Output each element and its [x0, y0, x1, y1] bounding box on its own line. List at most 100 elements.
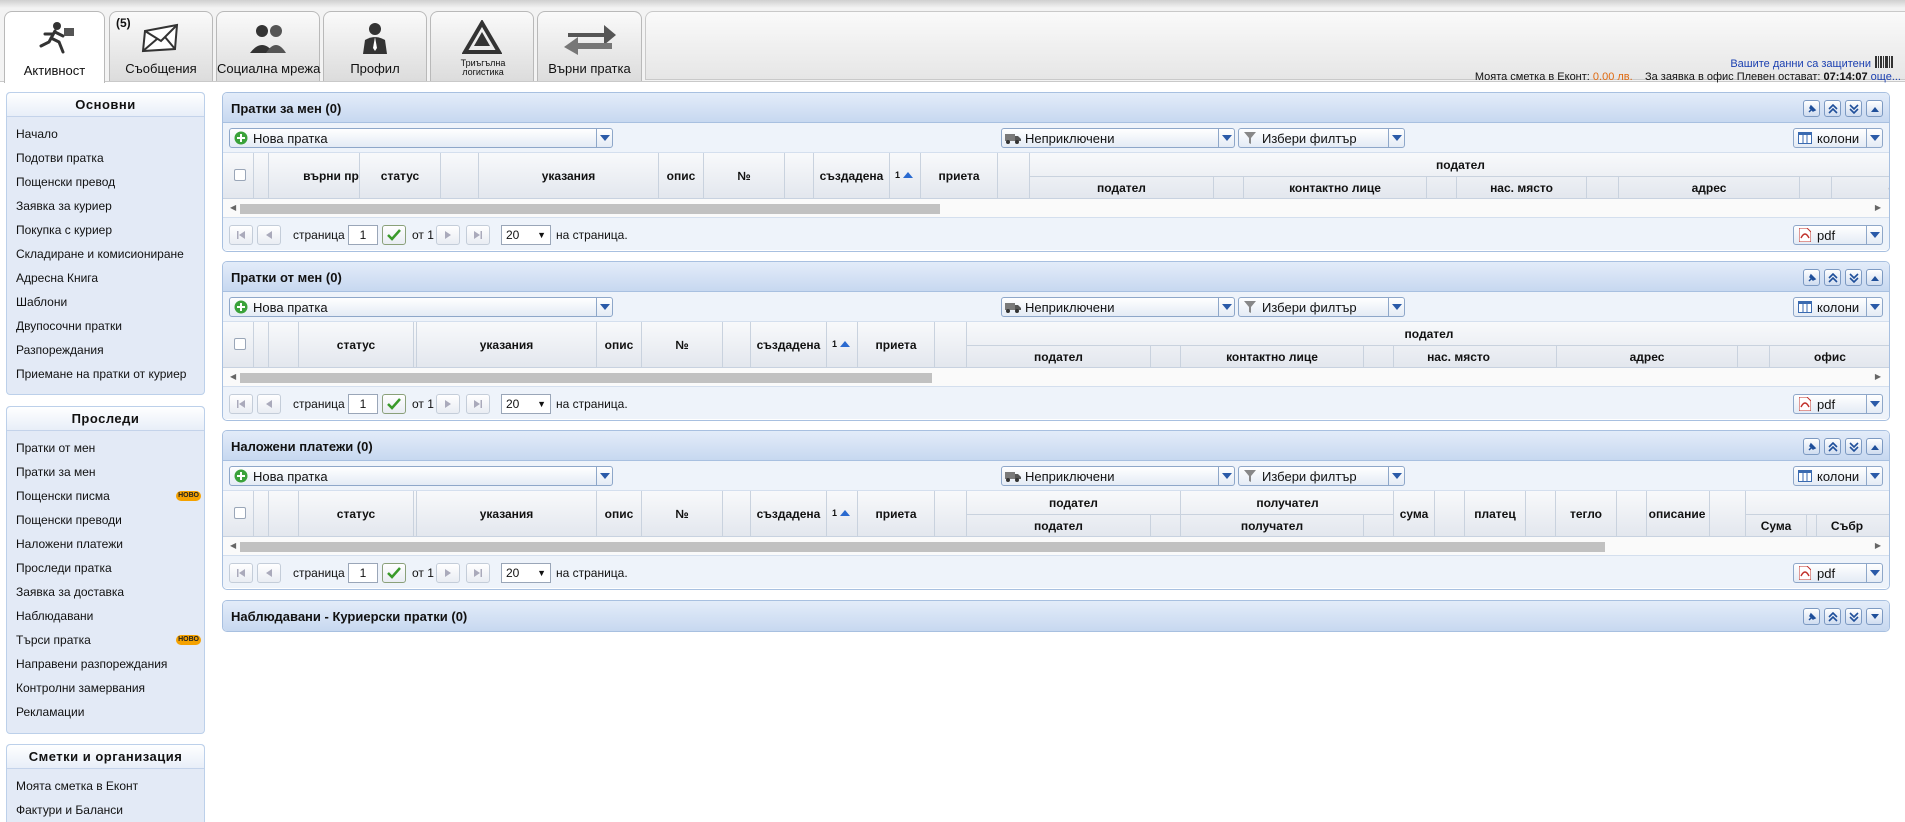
column-header[interactable]: създадена	[814, 169, 889, 183]
sidebar-item[interactable]: Двупосочни пратки	[7, 314, 204, 338]
collapse-panel-icon[interactable]	[1866, 269, 1883, 286]
prev-page-icon[interactable]	[257, 563, 281, 583]
scroll-right-icon[interactable]: ▶	[1875, 203, 1881, 212]
page-input[interactable]: 1	[348, 225, 378, 245]
columns-dropdown[interactable]: колони	[1793, 297, 1883, 317]
next-page-icon[interactable]	[436, 394, 460, 414]
first-page-icon[interactable]	[229, 394, 253, 414]
sidebar-item[interactable]: Покупка с куриер	[7, 218, 204, 242]
sidebar-item[interactable]: Пощенски превод	[7, 170, 204, 194]
column-header[interactable]: о	[1832, 181, 1889, 195]
expand-all-icon[interactable]	[1845, 100, 1862, 117]
collapse-all-icon[interactable]	[1824, 608, 1841, 625]
expand-all-icon[interactable]	[1845, 269, 1862, 286]
collapse-panel-icon[interactable]	[1866, 438, 1883, 455]
sidebar-item[interactable]: Моята сметка в Еконт	[7, 774, 204, 798]
sidebar-item[interactable]: Разпореждания	[7, 338, 204, 362]
per-page-select[interactable]: 20 ▼	[501, 394, 551, 414]
new-shipment-dropdown[interactable]: Нова пратка	[229, 128, 613, 148]
column-header[interactable]: тегло	[1556, 507, 1616, 521]
more-link[interactable]: още...	[1871, 71, 1901, 83]
sidebar-item[interactable]: Контролни замервания	[7, 676, 204, 700]
scroll-left-icon[interactable]: ◀	[230, 203, 236, 212]
next-page-icon[interactable]	[436, 225, 460, 245]
expand-all-icon[interactable]	[1845, 608, 1862, 625]
column-header[interactable]: указания	[417, 338, 596, 352]
expand-all-icon[interactable]	[1845, 438, 1862, 455]
column-header[interactable]: описание	[1647, 507, 1707, 521]
scroll-left-icon[interactable]: ◀	[230, 541, 236, 550]
sidebar-item[interactable]: Наблюдавани	[7, 604, 204, 628]
horizontal-scrollbar[interactable]: ◀ ▶	[223, 368, 1889, 386]
collapse-all-icon[interactable]	[1824, 100, 1841, 117]
pdf-export-dropdown[interactable]: pdf	[1793, 563, 1883, 583]
scroll-left-icon[interactable]: ◀	[230, 372, 236, 381]
column-header[interactable]: офис	[1770, 350, 1889, 364]
first-page-icon[interactable]	[229, 225, 253, 245]
new-shipment-dropdown[interactable]: Нова пратка	[229, 297, 613, 317]
columns-dropdown[interactable]: колони	[1793, 128, 1883, 148]
sidebar-item-search-shipment[interactable]: Търси пратка НОВО	[7, 628, 204, 652]
column-header[interactable]: статус	[299, 507, 413, 521]
go-check-icon[interactable]	[382, 225, 406, 245]
secure-text[interactable]: Вашите данни са защитени	[1730, 58, 1871, 70]
column-header[interactable]: приета	[921, 169, 997, 183]
filter-dropdown[interactable]: Избери филтър	[1238, 128, 1405, 148]
sort-indicator[interactable]: 1	[827, 508, 855, 518]
column-header[interactable]: Сума	[1746, 519, 1806, 533]
scrollbar-thumb[interactable]	[240, 542, 1605, 552]
go-check-icon[interactable]	[382, 563, 406, 583]
scrollbar-thumb[interactable]	[240, 373, 932, 383]
collapse-panel-icon[interactable]	[1866, 100, 1883, 117]
column-header[interactable]: статус	[299, 338, 413, 352]
sidebar-item[interactable]: Начало	[7, 122, 204, 146]
column-header[interactable]: указания	[417, 507, 596, 521]
column-header[interactable]: създадена	[751, 338, 826, 352]
sidebar-item-postal-letters[interactable]: Пощенски писма НОВО	[7, 484, 204, 508]
column-header[interactable]: нас. място	[1394, 350, 1523, 364]
sidebar-item[interactable]: Фактури и Баланси	[7, 798, 204, 822]
last-page-icon[interactable]	[466, 394, 490, 414]
new-shipment-dropdown[interactable]: Нова пратка	[229, 466, 613, 486]
column-header[interactable]: платец	[1465, 507, 1525, 521]
scroll-right-icon[interactable]: ▶	[1875, 372, 1881, 381]
page-input[interactable]: 1	[348, 563, 378, 583]
sidebar-item[interactable]: Наложени платежи	[7, 532, 204, 556]
column-header[interactable]: №	[642, 338, 722, 352]
sidebar-item[interactable]: Заявка за доставка	[7, 580, 204, 604]
column-header[interactable]: подател	[967, 350, 1150, 364]
select-all-checkbox[interactable]	[234, 338, 246, 350]
column-header[interactable]: сума	[1394, 507, 1434, 521]
pin-icon[interactable]	[1803, 608, 1820, 625]
tab-triangle-logistics[interactable]: Триъгълна логистика	[430, 11, 534, 81]
pin-icon[interactable]	[1803, 438, 1820, 455]
column-header[interactable]: указания	[479, 169, 658, 183]
collapse-all-icon[interactable]	[1824, 438, 1841, 455]
prev-page-icon[interactable]	[257, 394, 281, 414]
sidebar-item[interactable]: Направени разпореждания	[7, 652, 204, 676]
columns-dropdown[interactable]: колони	[1793, 466, 1883, 486]
tab-social-network[interactable]: Социална мрежа	[216, 11, 320, 81]
sidebar-item[interactable]: Адресна Книга	[7, 266, 204, 290]
secure-data-link[interactable]: Вашите данни са защитени	[1730, 56, 1893, 71]
horizontal-scrollbar[interactable]: ◀ ▶	[223, 199, 1889, 217]
sidebar-item[interactable]: Складиране и комисиониране	[7, 242, 204, 266]
sidebar-item[interactable]: Пощенски преводи	[7, 508, 204, 532]
pin-icon[interactable]	[1803, 100, 1820, 117]
prev-page-icon[interactable]	[257, 225, 281, 245]
go-check-icon[interactable]	[382, 394, 406, 414]
column-header[interactable]: Събр	[1817, 519, 1877, 533]
sidebar-item[interactable]: Приемане на пратки от куриер	[7, 362, 204, 386]
sidebar-item[interactable]: Пратки за мен	[7, 460, 204, 484]
sidebar-item[interactable]: Проследи пратка	[7, 556, 204, 580]
column-header[interactable]: опис	[597, 338, 641, 352]
column-header[interactable]: адрес	[1619, 181, 1799, 195]
filter-dropdown[interactable]: Избери филтър	[1238, 466, 1405, 486]
horizontal-scrollbar[interactable]: ◀ ▶	[223, 537, 1889, 555]
tab-return-shipment[interactable]: Върни пратка	[537, 11, 642, 81]
last-page-icon[interactable]	[466, 563, 490, 583]
column-header[interactable]: нас. място	[1457, 181, 1586, 195]
column-header[interactable]: контактно лице	[1181, 350, 1363, 364]
sidebar-item[interactable]: Рекламации	[7, 700, 204, 724]
status-filter-dropdown[interactable]: Неприключени	[1001, 297, 1235, 317]
